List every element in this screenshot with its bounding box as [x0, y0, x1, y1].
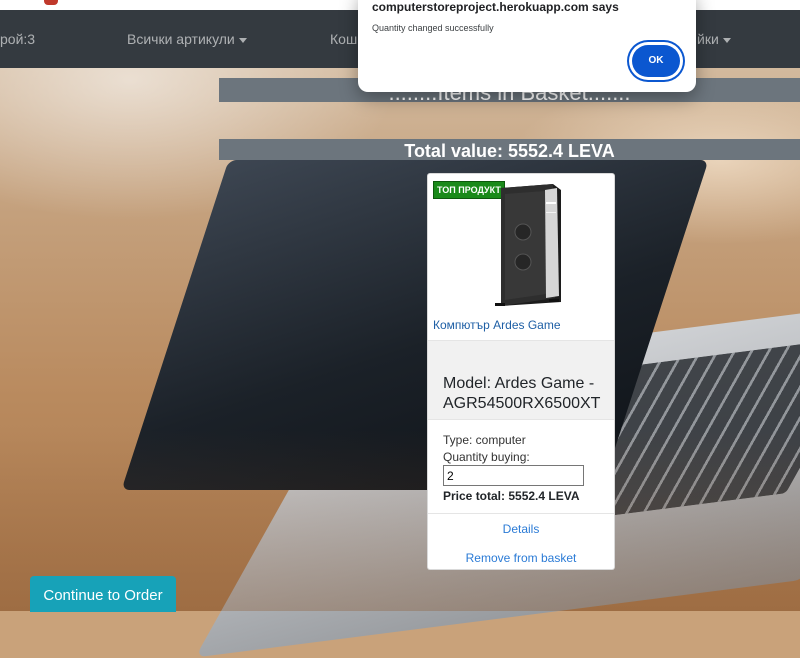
alert-title: computerstoreproject.herokuapp.com says: [372, 0, 619, 14]
chevron-down-icon: [722, 37, 731, 43]
total-value-heading: Total value: 5552.4 LEVA: [219, 139, 800, 161]
continue-to-order-button[interactable]: Continue to Order: [30, 576, 176, 612]
nav-item-all-products[interactable]: Всички артикули: [127, 10, 247, 68]
remove-from-basket-link[interactable]: Remove from basket: [428, 551, 614, 565]
chevron-down-icon: [238, 37, 247, 43]
alert-message: Quantity changed successfully: [372, 23, 494, 33]
quantity-input[interactable]: [443, 465, 584, 486]
product-card: ТОП ПРОДУКТ Компютър Ardes Game Model: A…: [427, 173, 615, 570]
product-name-link[interactable]: Компютър Ardes Game: [433, 318, 561, 332]
nav-item-settings-label: йки: [697, 31, 719, 47]
nav-item-basket[interactable]: Кош: [330, 10, 357, 68]
price-total: Price total: 5552.4 LEVA: [443, 489, 580, 503]
card-footer: Details Remove from basket: [428, 513, 614, 572]
product-type: Type: computer: [443, 433, 526, 447]
details-link[interactable]: Details: [428, 522, 614, 536]
nav-item-basket-label: Кош: [330, 31, 358, 47]
product-image[interactable]: [483, 182, 563, 308]
product-model: Model: Ardes Game - AGR54500RX6500XT: [443, 375, 601, 412]
nav-item-settings[interactable]: йки: [697, 10, 731, 68]
nav-item-profile[interactable]: рой:3: [0, 10, 35, 68]
nav-item-profile-label: рой:3: [0, 31, 36, 47]
logo-icon[interactable]: [44, 0, 58, 5]
alert-dialog: computerstoreproject.herokuapp.com says …: [358, 0, 696, 92]
alert-ok-button[interactable]: OK: [632, 45, 680, 77]
nav-item-all-products-label: Всички артикули: [127, 31, 235, 47]
product-info: Type: computer Quantity buying:: [443, 432, 530, 466]
quantity-label: Quantity buying:: [443, 450, 530, 464]
